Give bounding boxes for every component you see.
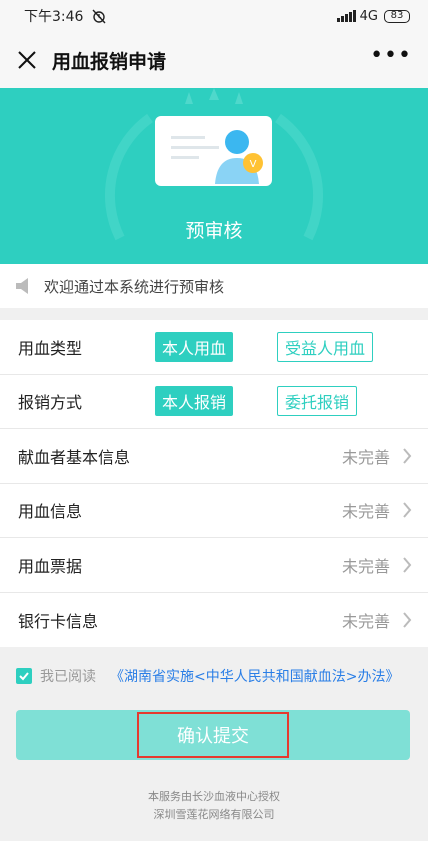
row-status: 未完善 — [341, 556, 390, 576]
check-icon — [19, 672, 29, 681]
regulation-link[interactable]: 《湖南省实施<中华人民共和国献血法>办法》 — [110, 666, 399, 686]
row-status: 未完善 — [341, 502, 390, 522]
row-status: 未完善 — [341, 611, 390, 631]
reimburse-method-label: 报销方式 — [18, 393, 83, 413]
donor-info-row[interactable]: 献血者基本信息 未完善 — [0, 429, 428, 484]
footer-line-1: 本服务由长沙血液中心授权 — [148, 790, 280, 803]
speaker-icon — [16, 278, 28, 294]
reimburse-method-row: 报销方式 本人报销 委托报销 — [0, 375, 428, 429]
agreement-checkbox[interactable] — [16, 668, 32, 684]
status-bar: 下午3:46 4G 83 — [0, 0, 428, 32]
close-icon[interactable] — [16, 49, 38, 71]
row-status: 未完善 — [341, 447, 390, 467]
svg-text:V: V — [250, 159, 257, 170]
network-label: 4G — [359, 8, 378, 24]
chevron-right-icon — [403, 502, 412, 518]
row-label: 银行卡信息 — [18, 611, 99, 631]
blood-receipt-row[interactable]: 用血票据 未完善 — [0, 538, 428, 593]
blood-type-label: 用血类型 — [18, 338, 83, 358]
alarm-off-icon — [92, 9, 106, 24]
bank-card-info-row[interactable]: 银行卡信息 未完善 — [0, 593, 428, 648]
row-label: 用血票据 — [18, 556, 83, 576]
application-form: 用血类型 本人用血 受益人用血 报销方式 本人报销 委托报销 献血者基本信息 未… — [0, 320, 428, 647]
title-bar: 用血报销申请 ••• — [0, 32, 428, 88]
page-title: 用血报销申请 — [52, 50, 167, 73]
footer: 本服务由长沙血液中心授权 深圳雪莲花网络有限公司 — [0, 788, 428, 824]
battery-level: 83 — [390, 10, 404, 21]
agreement-read-label: 我已阅读 — [40, 669, 96, 685]
option-self-reimburse[interactable]: 本人报销 — [155, 386, 234, 417]
id-card-illustration: V — [155, 116, 272, 186]
submit-button[interactable]: 确认提交 — [16, 710, 410, 760]
chevron-right-icon — [403, 612, 412, 628]
row-label: 用血信息 — [18, 502, 83, 522]
option-self-blood[interactable]: 本人用血 — [155, 331, 234, 362]
row-label: 献血者基本信息 — [18, 447, 131, 467]
hero-label: 预审核 — [185, 220, 243, 242]
signal-icon — [336, 10, 356, 22]
clock: 下午3:46 — [24, 9, 84, 25]
notice-bar: 欢迎通过本系统进行预审核 — [0, 264, 428, 308]
hero-banner: V 预审核 — [0, 88, 428, 264]
chevron-right-icon — [403, 557, 412, 573]
battery-icon: 83 — [384, 9, 410, 23]
blood-usage-info-row[interactable]: 用血信息 未完善 — [0, 484, 428, 538]
notice-text: 欢迎通过本系统进行预审核 — [44, 277, 225, 296]
blood-type-row: 用血类型 本人用血 受益人用血 — [0, 320, 428, 375]
option-beneficiary-blood[interactable]: 受益人用血 — [277, 331, 374, 362]
option-entrusted-reimburse[interactable]: 委托报销 — [277, 386, 358, 417]
chevron-right-icon — [403, 448, 412, 464]
more-icon[interactable]: ••• — [370, 45, 412, 75]
submit-label: 确认提交 — [137, 712, 289, 758]
agreement-row: 我已阅读 《湖南省实施<中华人民共和国献血法>办法》 — [16, 666, 399, 686]
footer-line-2: 深圳雪莲花网络有限公司 — [153, 808, 275, 821]
